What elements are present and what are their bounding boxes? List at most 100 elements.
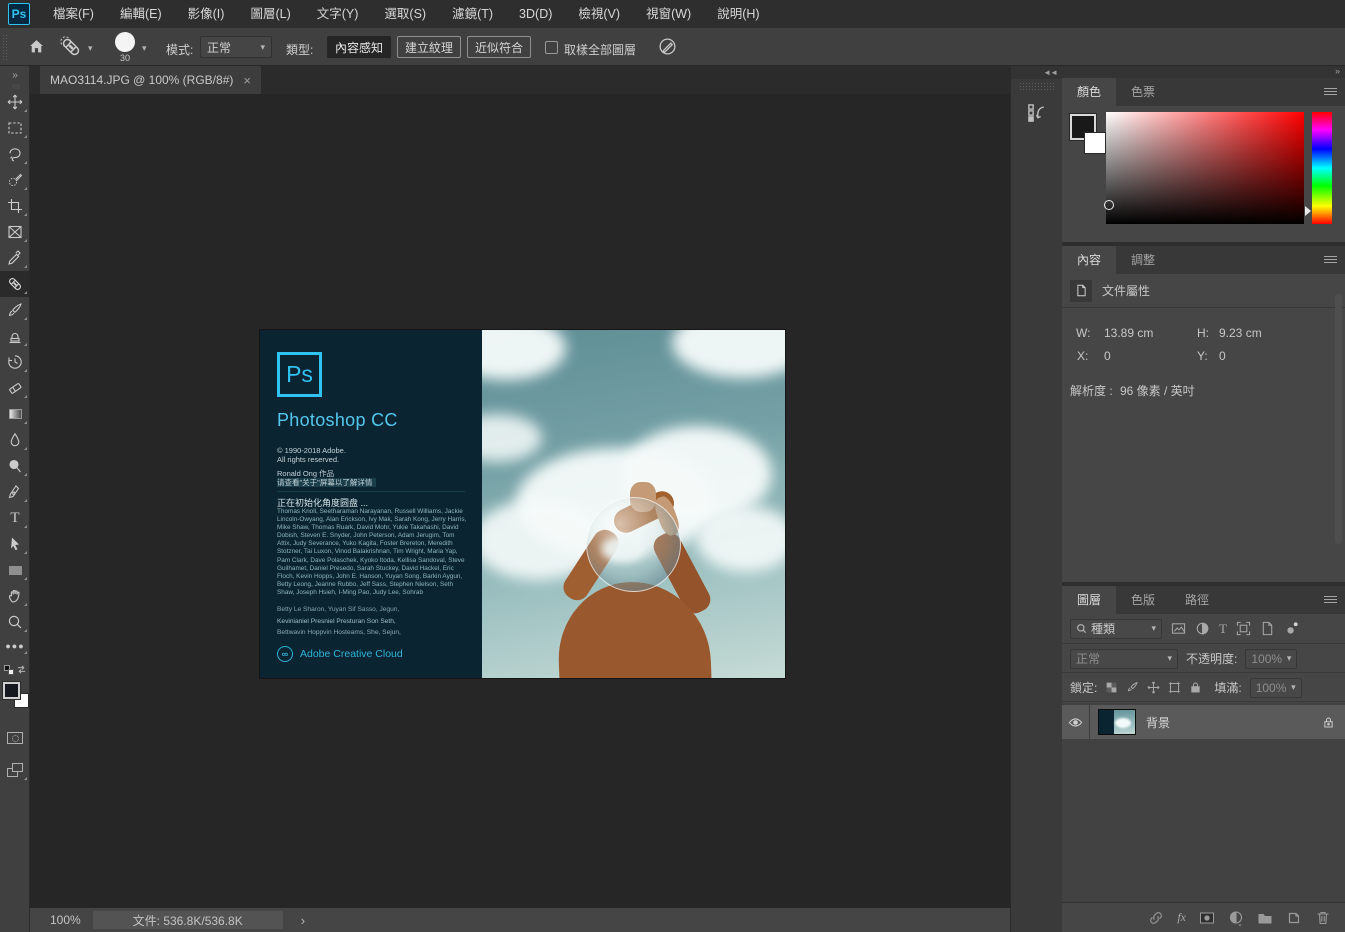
clone-stamp-tool[interactable] <box>0 323 30 349</box>
properties-scrollbar[interactable] <box>1335 294 1342 544</box>
tab-adjustments[interactable]: 調整 <box>1116 246 1170 274</box>
path-selection-tool[interactable] <box>0 531 30 557</box>
tab-channels[interactable]: 色版 <box>1116 586 1170 614</box>
dock-expand-button[interactable]: » <box>1062 66 1345 78</box>
status-chevron-icon[interactable]: › <box>301 913 305 928</box>
open-image[interactable]: Ps Photoshop CC © 1990-2018 Adobe. All r… <box>260 330 785 678</box>
crop-tool[interactable] <box>0 193 30 219</box>
lasso-tool[interactable] <box>0 141 30 167</box>
quick-selection-tool[interactable] <box>0 167 30 193</box>
filter-pixel-layers-icon[interactable] <box>1171 621 1186 636</box>
hue-slider-marker[interactable] <box>1305 206 1311 216</box>
tab-properties[interactable]: 內容 <box>1062 246 1116 274</box>
menu-edit[interactable]: 編輯(E) <box>107 0 175 28</box>
menu-file[interactable]: 檔案(F) <box>40 0 107 28</box>
brush-size-chevron-icon[interactable]: ▾ <box>142 43 147 54</box>
rectangular-marquee-tool[interactable] <box>0 115 30 141</box>
frame-tool[interactable] <box>0 219 30 245</box>
tool-preset-chevron-icon[interactable]: ▾ <box>88 43 93 54</box>
menu-layer[interactable]: 圖層(L) <box>237 0 303 28</box>
layer-name[interactable]: 背景 <box>1146 714 1170 731</box>
quick-mask-button[interactable] <box>0 725 30 751</box>
tab-swatches[interactable]: 色票 <box>1116 78 1170 106</box>
layer-visibility-toggle[interactable] <box>1062 705 1090 739</box>
fill-field[interactable]: 100% ▾ <box>1250 678 1302 698</box>
filter-shape-layers-icon[interactable] <box>1236 621 1251 636</box>
mode-select[interactable]: 正常 ▾ <box>200 36 272 58</box>
menu-view[interactable]: 檢視(V) <box>565 0 633 28</box>
filter-pin-icon[interactable] <box>1284 621 1299 636</box>
saturation-brightness-field[interactable] <box>1106 112 1304 224</box>
color-background-swatch[interactable] <box>1084 132 1106 154</box>
filter-type-layers-icon[interactable]: T <box>1219 621 1227 637</box>
lock-artboard-icon[interactable] <box>1168 681 1181 694</box>
dock-collapse-button[interactable]: ◄◄ <box>1011 66 1062 79</box>
type-create-texture-button[interactable]: 建立紋理 <box>397 36 461 58</box>
tab-color[interactable]: 顏色 <box>1062 78 1116 106</box>
menu-filter[interactable]: 濾鏡(T) <box>439 0 506 28</box>
link-layers-icon[interactable] <box>1148 910 1164 926</box>
menu-3d[interactable]: 3D(D) <box>506 0 565 28</box>
brush-size-picker[interactable]: 30 <box>112 32 138 63</box>
type-content-aware-button[interactable]: 內容感知 <box>327 36 391 58</box>
x-value[interactable]: 0 <box>1104 349 1111 363</box>
document-tab[interactable]: MAO3114.JPG @ 100% (RGB/8#) × <box>40 66 261 94</box>
menu-window[interactable]: 視窗(W) <box>633 0 704 28</box>
blend-mode-select[interactable]: 正常 ▾ <box>1070 649 1178 669</box>
new-group-icon[interactable] <box>1257 910 1273 926</box>
layer-thumbnail[interactable] <box>1098 709 1136 735</box>
layer-row-background[interactable]: 背景 <box>1062 705 1345 739</box>
screen-mode-button[interactable] <box>0 757 30 783</box>
zoom-level-field[interactable]: 100% <box>50 913 81 927</box>
lock-all-icon[interactable] <box>1189 681 1202 694</box>
menu-image[interactable]: 影像(I) <box>175 0 238 28</box>
blur-tool[interactable] <box>0 427 30 453</box>
history-panel-icon[interactable] <box>1011 93 1063 133</box>
add-layer-mask-icon[interactable] <box>1199 910 1215 926</box>
lock-position-icon[interactable] <box>1147 681 1160 694</box>
hue-slider[interactable] <box>1312 112 1332 224</box>
opacity-field[interactable]: 100% ▾ <box>1245 649 1297 669</box>
menu-select[interactable]: 選取(S) <box>371 0 439 28</box>
color-field-marker[interactable] <box>1104 200 1114 210</box>
pen-tool[interactable] <box>0 479 30 505</box>
eraser-tool[interactable] <box>0 375 30 401</box>
hand-tool[interactable] <box>0 583 30 609</box>
color-panel-menu-icon[interactable] <box>1324 88 1337 97</box>
lock-pixels-icon[interactable] <box>1126 681 1139 694</box>
layer-styles-icon[interactable]: fx <box>1177 910 1186 925</box>
edit-toolbar-button[interactable]: ●●● <box>0 635 30 657</box>
layers-panel-menu-icon[interactable] <box>1324 596 1337 605</box>
tab-close-icon[interactable]: × <box>243 73 251 88</box>
foreground-color-swatch[interactable] <box>3 682 20 699</box>
y-value[interactable]: 0 <box>1219 349 1226 363</box>
layer-filter-kind-select[interactable]: 種類 ▾ <box>1070 619 1162 639</box>
type-tool[interactable]: T <box>0 505 30 531</box>
swap-colors-icon[interactable] <box>16 664 27 675</box>
eyedropper-tool[interactable] <box>0 245 30 271</box>
sample-all-layers-checkbox[interactable] <box>545 41 558 54</box>
width-value[interactable]: 13.89 cm <box>1104 326 1153 340</box>
canvas-area[interactable]: Ps Photoshop CC © 1990-2018 Adobe. All r… <box>30 94 1010 908</box>
new-layer-icon[interactable] <box>1286 910 1302 926</box>
resolution-value[interactable]: 96 像素 / 英吋 <box>1120 382 1195 399</box>
history-brush-tool[interactable] <box>0 349 30 375</box>
toolbar-collapse-icon[interactable]: » <box>0 66 29 82</box>
lock-transparency-icon[interactable] <box>1105 681 1118 694</box>
foreground-background-colors[interactable] <box>0 681 30 717</box>
type-proximity-match-button[interactable]: 近似符合 <box>467 36 531 58</box>
tool-preset-spot-healing-icon[interactable] <box>60 36 82 58</box>
brush-tool[interactable] <box>0 297 30 323</box>
rectangle-tool[interactable] <box>0 557 30 583</box>
home-button[interactable] <box>28 38 45 55</box>
filter-adjustment-layers-icon[interactable] <box>1195 621 1210 636</box>
gradient-tool[interactable] <box>0 401 30 427</box>
dodge-tool[interactable] <box>0 453 30 479</box>
menu-help[interactable]: 說明(H) <box>704 0 772 28</box>
new-adjustment-layer-icon[interactable] <box>1228 910 1244 926</box>
pen-pressure-button[interactable] <box>658 37 677 56</box>
tab-layers[interactable]: 圖層 <box>1062 586 1116 614</box>
zoom-tool[interactable] <box>0 609 30 635</box>
spot-healing-brush-tool[interactable] <box>0 271 30 297</box>
delete-layer-icon[interactable] <box>1315 910 1331 926</box>
